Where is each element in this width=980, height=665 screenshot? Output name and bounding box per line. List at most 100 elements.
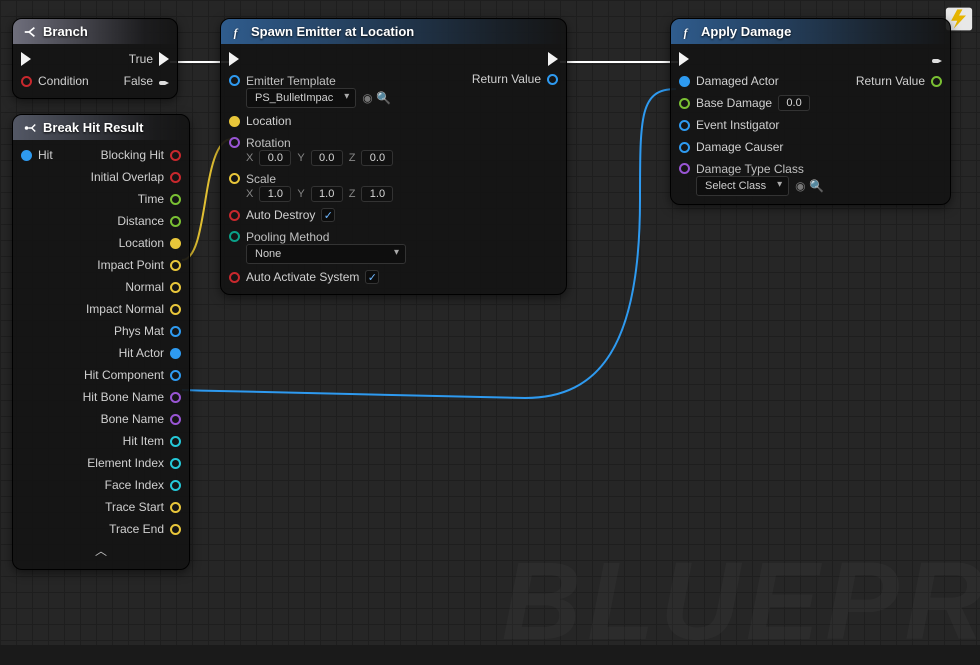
node-break-hit-result[interactable]: Break Hit Result Hit Blocking Hit Initia… [12,114,190,570]
rotation-pin[interactable] [229,137,240,148]
asset-helper-icons[interactable]: ◉ 🔍 [795,179,824,193]
pin-label: Impact Normal [86,302,164,316]
location-pin[interactable] [229,116,240,127]
auto-activate-checkbox[interactable]: ✓ [365,270,379,284]
pin-label: Hit [38,148,53,162]
pin-label: Hit Component [84,368,164,382]
node-title: Break Hit Result [43,120,143,135]
exec-out-pin[interactable] [548,52,558,66]
pin-label: Auto Destroy [246,208,315,222]
pin-label: Impact Point [97,258,164,272]
pin-label: True [129,52,153,66]
node-title: Spawn Emitter at Location [251,24,414,39]
pin-label: Emitter Template [246,72,391,88]
out-pin[interactable] [170,260,181,271]
out-pin[interactable] [170,502,181,513]
pin-label: Trace Start [105,500,164,514]
out-pin[interactable] [170,480,181,491]
node-apply-damage[interactable]: f Apply Damage Damaged Actor Return Valu… [670,18,951,205]
pin-label: Rotation [246,134,393,150]
pin-label: Damaged Actor [696,74,779,88]
pin-label: Normal [125,280,164,294]
pin-label: Damage Causer [696,140,783,154]
auto-activate-pin[interactable] [229,272,240,283]
auto-destroy-checkbox[interactable]: ✓ [321,208,335,222]
pin-label: Bone Name [101,412,164,426]
damage-causer-pin[interactable] [679,142,690,153]
scale-pin[interactable] [229,173,240,184]
hit-actor-out-pin[interactable] [170,348,181,359]
exec-out-true-pin[interactable] [159,52,169,66]
out-pin[interactable] [170,194,181,205]
asset-helper-icons[interactable]: ◉ 🔍 [362,91,391,105]
pin-label: Initial Overlap [91,170,164,184]
node-header: Break Hit Result [13,115,189,140]
out-pin[interactable] [170,436,181,447]
pin-label: Auto Activate System [246,270,359,284]
pin-label: Damage Type Class [696,160,824,176]
node-branch[interactable]: Branch True Condition False [12,18,178,99]
out-pin[interactable] [170,414,181,425]
out-pin[interactable] [170,304,181,315]
node-header: f Spawn Emitter at Location [221,19,566,44]
pooling-method-select[interactable]: None [246,244,406,264]
scale-y-input[interactable] [311,186,343,202]
rotation-z-input[interactable] [361,150,393,166]
out-pin[interactable] [170,172,181,183]
out-pin[interactable] [170,326,181,337]
out-pin[interactable] [170,150,181,161]
exec-in-pin[interactable] [679,52,689,66]
watermark: BLUEPR [502,538,980,665]
pin-label: Location [119,236,164,250]
exec-in-pin[interactable] [229,52,239,66]
pin-label: Hit Bone Name [83,390,164,404]
out-pin[interactable] [170,282,181,293]
pin-label: Phys Mat [114,324,164,338]
rotation-y-input[interactable] [311,150,343,166]
svg-text:f: f [684,27,689,39]
return-value-pin[interactable] [547,74,558,85]
damage-type-class-pin[interactable] [679,163,690,174]
node-spawn-emitter[interactable]: f Spawn Emitter at Location Emitter Temp… [220,18,567,295]
exec-out-pin[interactable] [932,52,942,66]
pin-label: Trace End [109,522,164,536]
pin-label: Return Value [472,72,541,86]
out-pin[interactable] [170,370,181,381]
pin-label: Location [246,114,291,128]
event-instigator-pin[interactable] [679,120,690,131]
damage-type-class-select[interactable]: Select Class [696,176,789,196]
base-damage-pin[interactable] [679,98,690,109]
exec-in-pin[interactable] [21,52,31,66]
branch-icon [23,25,37,39]
hit-in-pin[interactable] [21,150,32,161]
pin-label: Event Instigator [696,118,779,132]
pooling-method-pin[interactable] [229,231,240,242]
rotation-x-input[interactable] [259,150,291,166]
function-icon: f [681,25,695,39]
base-damage-input[interactable] [778,95,810,111]
out-pin[interactable] [170,458,181,469]
collapse-toggle[interactable]: ︿ [13,540,189,563]
pin-label: Hit Actor [119,346,164,360]
out-pin[interactable] [170,216,181,227]
location-out-pin[interactable] [170,238,181,249]
exec-out-false-pin[interactable] [159,74,169,88]
auto-destroy-pin[interactable] [229,210,240,221]
emitter-template-select[interactable]: PS_BulletImpac [246,88,356,108]
scale-x-input[interactable] [259,186,291,202]
condition-pin[interactable] [21,76,32,87]
out-pin[interactable] [170,392,181,403]
scale-z-input[interactable] [361,186,393,202]
pin-label: Time [138,192,164,206]
damaged-actor-pin[interactable] [679,76,690,87]
pin-label: Return Value [856,74,925,88]
pin-label: Hit Item [123,434,164,448]
pin-label: Condition [38,74,89,88]
return-value-pin[interactable] [931,76,942,87]
pin-label: Element Index [87,456,164,470]
struct-break-icon [23,121,37,135]
node-header: Branch [13,19,177,44]
pin-label: Scale [246,170,393,186]
emitter-template-pin[interactable] [229,75,240,86]
out-pin[interactable] [170,524,181,535]
